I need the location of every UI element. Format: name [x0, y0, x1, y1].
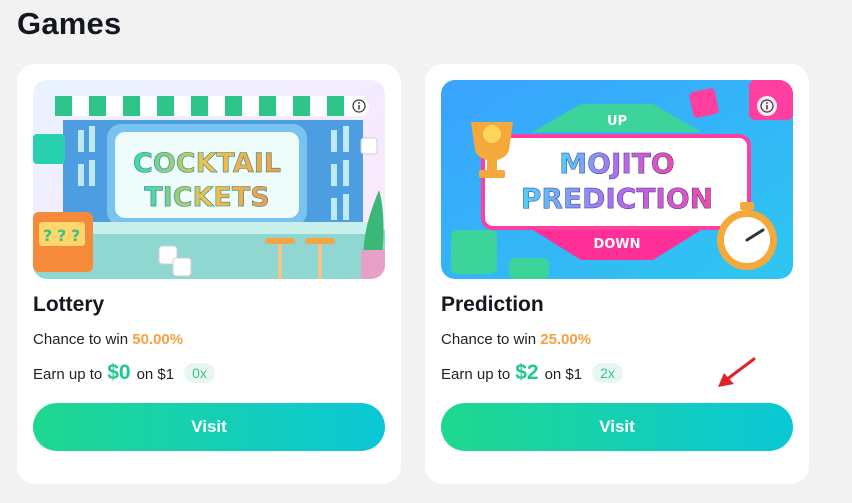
card-title: Lottery	[33, 293, 105, 316]
info-icon[interactable]	[349, 96, 369, 116]
earn-label: Earn up to	[441, 366, 511, 383]
banner-up: UP	[607, 114, 627, 129]
page-title: Games	[17, 6, 122, 41]
earn-on: on $1	[136, 366, 175, 383]
multiplier-badge: 2x	[592, 363, 623, 383]
earn-label: Earn up to	[33, 366, 103, 383]
earn-up-to: Earn up to $0 on $1 0x	[33, 361, 215, 385]
banner-down: DOWN	[593, 237, 640, 252]
annotation-arrow-icon	[718, 357, 756, 387]
chance-label: Chance to win	[33, 331, 129, 348]
chance-value: 50.00%	[132, 331, 184, 348]
svg-text:?: ?	[57, 226, 66, 245]
lottery-banner[interactable]: COCKTAIL TICKETS ???	[33, 80, 385, 279]
chance-label: Chance to win	[441, 331, 537, 348]
earn-on: on $1	[544, 366, 583, 383]
mojito-prediction-illustration: UP DOWN MOJITO PREDICTION	[441, 80, 793, 279]
svg-text:?: ?	[43, 226, 52, 245]
chance-value: 25.00%	[540, 331, 592, 348]
banner-line1: COCKTAIL	[133, 148, 281, 179]
banner-line2: PREDICTION	[521, 182, 713, 215]
visit-button[interactable]: Visit	[33, 403, 385, 451]
svg-text:?: ?	[71, 226, 80, 245]
earn-amount: $0	[107, 361, 131, 384]
banner-line2: TICKETS	[144, 182, 270, 213]
earn-amount: $2	[515, 361, 539, 384]
banner-line1: MOJITO	[559, 147, 674, 180]
info-icon[interactable]	[757, 96, 777, 116]
prediction-card: UP DOWN MOJITO PREDICTION Prediction Cha…	[425, 64, 809, 484]
earn-up-to: Earn up to $2 on $1 2x	[441, 361, 623, 385]
chance-to-win: Chance to win 50.00%	[33, 331, 183, 348]
cocktail-tickets-illustration: COCKTAIL TICKETS ???	[33, 80, 385, 279]
visit-button[interactable]: Visit	[441, 403, 793, 451]
chance-to-win: Chance to win 25.00%	[441, 331, 591, 348]
prediction-banner[interactable]: UP DOWN MOJITO PREDICTION	[441, 80, 793, 279]
multiplier-badge: 0x	[184, 363, 215, 383]
lottery-card: COCKTAIL TICKETS ??? Lottery Chance to w…	[17, 64, 401, 484]
card-title: Prediction	[441, 293, 544, 316]
